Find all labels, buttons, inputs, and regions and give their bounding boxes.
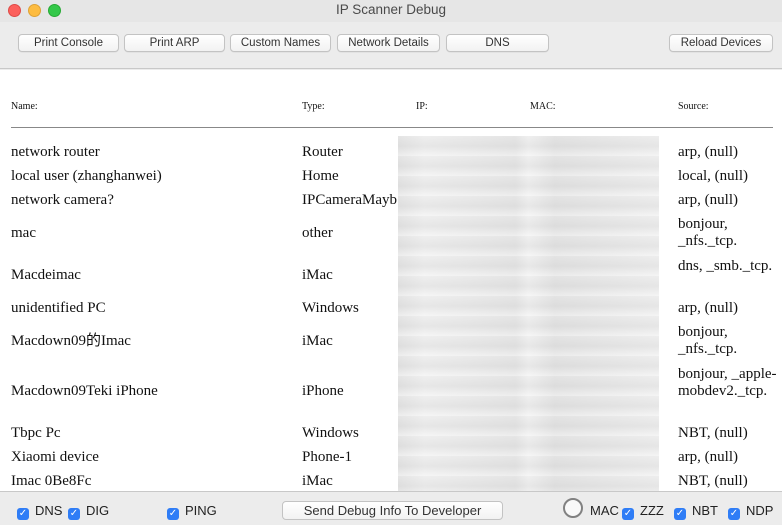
table-row-type: iPhone — [302, 383, 344, 399]
ping-checkbox[interactable]: ✓ PING — [167, 504, 217, 520]
table-row-name: Xiaomi device — [11, 449, 99, 465]
zzz-checkbox[interactable]: ✓ ZZZ — [622, 504, 664, 520]
title-bar: IP Scanner Debug — [0, 0, 782, 22]
table-row-name: unidentified PC — [11, 300, 106, 316]
ndp-checkbox[interactable]: ✓ NDP — [728, 504, 773, 520]
table-row-type: Router — [302, 144, 343, 160]
header-divider — [11, 127, 773, 128]
table-row-type: iMac — [302, 267, 333, 283]
table-row-source: arp, (null) — [678, 449, 738, 465]
bottom-bar: ✓ DNS ✓ DIG ✓ PING Send Debug Info To Devel… — [0, 491, 782, 525]
network-details-button[interactable]: Network Details — [337, 34, 440, 52]
ping-checkbox-label: PING — [185, 503, 217, 518]
dns-checkbox[interactable]: ✓ DNS — [17, 504, 62, 520]
print-console-button[interactable]: Print Console — [18, 34, 119, 52]
table-row-source: arp, (null) — [678, 144, 738, 160]
header-type: Type: — [302, 101, 325, 112]
window-title: IP Scanner Debug — [335, 2, 447, 17]
table-row-type: Windows — [302, 425, 359, 441]
dns-button[interactable]: DNS — [446, 34, 549, 52]
table-row-source: dns, _smb._tcp. — [678, 258, 773, 274]
checkmark-icon: ✓ — [167, 508, 179, 520]
checkmark-icon: ✓ — [17, 508, 29, 520]
table-row-name: Macdown09的Imac — [11, 333, 131, 349]
table-row-type: iMac — [302, 473, 333, 489]
toolbar: Print Console Print ARP Custom Names Net… — [0, 22, 782, 69]
header-source: Source: — [678, 101, 709, 112]
table-row-source: arp, (null) — [678, 192, 738, 208]
custom-names-button[interactable]: Custom Names — [230, 34, 331, 52]
table-row-name: network router — [11, 144, 100, 160]
dig-checkbox-label: DIG — [86, 503, 110, 518]
table-row-type: Home — [302, 168, 339, 184]
send-debug-info-button[interactable]: Send Debug Info To Developer — [282, 501, 503, 520]
checkmark-icon: ✓ — [674, 508, 686, 520]
nbt-checkbox-label: NBT — [692, 503, 718, 518]
reload-devices-button[interactable]: Reload Devices — [669, 34, 773, 52]
table-row-name: Macdown09Teki iPhone — [11, 383, 158, 399]
table-row-source: bonjour, _apple-mobdev2._tcp. — [678, 366, 777, 399]
table-row-type: Windows — [302, 300, 359, 316]
table-row-type: iMac — [302, 333, 333, 349]
table-row-name: Imac 0Be8Fc — [11, 473, 92, 489]
table-row-source: local, (null) — [678, 168, 748, 184]
checkmark-icon: ✓ — [68, 508, 80, 520]
header-ip: IP: — [416, 101, 428, 112]
dig-checkbox[interactable]: ✓ DIG — [68, 504, 109, 520]
table-row-name: mac — [11, 225, 36, 241]
nbt-checkbox[interactable]: ✓ NBT — [674, 504, 718, 520]
table-row-type: Phone-1 — [302, 449, 352, 465]
zzz-checkbox-label: ZZZ — [640, 503, 664, 518]
table-row-type: IPCameraMayb — [302, 192, 397, 208]
table-row-name: Tbpc Pc — [11, 425, 61, 441]
table-row-name: Macdeimac — [11, 267, 81, 283]
table-row-name: local user (zhanghanwei) — [11, 168, 162, 184]
table-row-source: bonjour, _nfs._tcp. — [678, 216, 738, 249]
ndp-checkbox-label: NDP — [746, 503, 774, 518]
redacted-ip-mac-region — [398, 136, 659, 491]
header-name: Name: — [11, 101, 38, 112]
header-mac: MAC: — [530, 101, 556, 112]
table-row-source: bonjour, _nfs._tcp. — [678, 324, 738, 357]
table-row-source: NBT, (null) — [678, 473, 748, 489]
checkmark-icon: ✓ — [622, 508, 634, 520]
device-table[interactable]: Name: Type: IP: MAC: Source: network rou… — [0, 70, 782, 491]
mac-label: MAC — [590, 503, 619, 518]
dns-checkbox-label: DNS — [35, 503, 63, 518]
table-row-type: other — [302, 225, 333, 241]
table-row-name: network camera? — [11, 192, 114, 208]
watermark-logo-icon — [563, 498, 583, 518]
table-row-source: arp, (null) — [678, 300, 738, 316]
table-row-source: NBT, (null) — [678, 425, 748, 441]
print-arp-button[interactable]: Print ARP — [124, 34, 225, 52]
checkmark-icon: ✓ — [728, 508, 740, 520]
